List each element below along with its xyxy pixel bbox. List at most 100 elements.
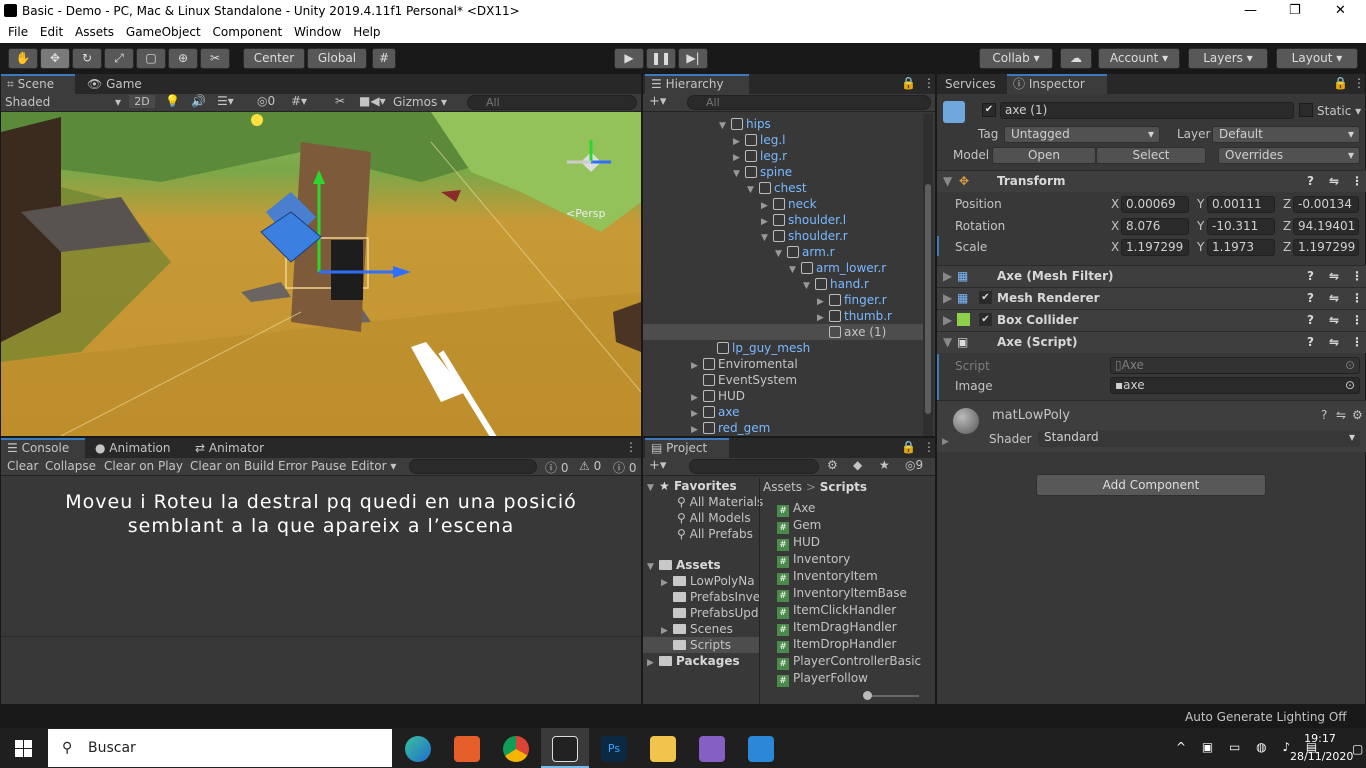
list-item[interactable]: # PlayerFollow: [777, 670, 921, 687]
play-button[interactable]: ▶: [614, 48, 644, 69]
tab-animator[interactable]: ⇄ Animator: [189, 438, 270, 458]
component-menu-icon[interactable]: ⋮: [1351, 288, 1363, 308]
cloud-icon[interactable]: ☁: [1060, 48, 1092, 69]
list-item[interactable]: # ItemClickHandler: [777, 602, 921, 619]
maximize-button[interactable]: ❐: [1289, 3, 1301, 18]
pos-x-field[interactable]: 0.00069: [1121, 196, 1189, 213]
help-icon[interactable]: ?: [1321, 408, 1327, 422]
list-item[interactable]: ▼ chest: [747, 180, 807, 196]
favorite-all-materials[interactable]: ⚲ All Materials: [677, 494, 763, 510]
preset-icon[interactable]: ⇋: [1329, 266, 1339, 286]
edge-app-icon[interactable]: [405, 736, 431, 762]
transform-tool-icon[interactable]: ⊕: [168, 48, 198, 69]
menu-assets[interactable]: Assets: [67, 23, 114, 39]
list-item[interactable]: lp_guy_mesh: [705, 340, 810, 356]
icon-size-slider[interactable]: [863, 691, 919, 700]
breadcrumb-assets[interactable]: Assets: [763, 480, 802, 494]
folder-prefabs-update[interactable]: PrefabsUpd: [661, 605, 759, 621]
box-collider-header[interactable]: ▶ ✔ Box Collider ? ⇋ ⋮: [937, 309, 1366, 331]
hierarchy-scrollbar[interactable]: [923, 114, 933, 436]
favorite-star-icon[interactable]: ★: [879, 458, 890, 472]
account-dropdown[interactable]: Account ▾: [1098, 48, 1180, 69]
editor-dropdown[interactable]: Editor ▾: [351, 459, 396, 473]
layer-dropdown[interactable]: Default ▾: [1212, 126, 1360, 143]
clear-button[interactable]: Clear: [7, 459, 38, 473]
clock-time[interactable]: 19:17: [1300, 732, 1340, 745]
mesh-renderer-checkbox[interactable]: ✔: [979, 291, 992, 304]
list-item[interactable]: ▶ shoulder.l: [761, 212, 846, 228]
list-item[interactable]: # InventoryItem: [777, 568, 921, 585]
active-checkbox[interactable]: ✔: [982, 103, 996, 117]
lock-icon[interactable]: 🔒: [901, 440, 916, 454]
tab-project[interactable]: ▤ Project: [645, 438, 729, 458]
project-search-input[interactable]: [689, 459, 819, 474]
pivot-global-button[interactable]: Global: [307, 48, 367, 69]
object-name-field[interactable]: axe (1): [1000, 102, 1294, 119]
list-item[interactable]: ▶ axe: [691, 404, 739, 420]
photoshop-app-icon[interactable]: Ps: [601, 736, 627, 762]
tag-dropdown[interactable]: Untagged ▾: [1004, 126, 1160, 143]
list-item[interactable]: ▼ spine: [733, 164, 792, 180]
help-icon[interactable]: ?: [1307, 266, 1314, 286]
list-item[interactable]: ▼ hips: [719, 116, 771, 132]
list-item[interactable]: ▶ HUD: [691, 388, 745, 404]
clear-on-play-button[interactable]: Clear on Play: [104, 459, 183, 473]
pivot-center-button[interactable]: Center: [243, 48, 305, 69]
tab-inspector[interactable]: ⓘ Inspector: [1007, 74, 1107, 94]
custom-tool-icon[interactable]: ✂: [200, 48, 230, 69]
list-item[interactable]: # HUD: [777, 534, 921, 551]
list-item[interactable]: ▶ thumb.r: [817, 308, 892, 324]
help-icon[interactable]: ?: [1307, 332, 1314, 352]
list-item[interactable]: ▼ arm.r: [775, 244, 835, 260]
preset-icon[interactable]: ⇋: [1336, 408, 1346, 422]
scl-z-field[interactable]: 1.197299: [1293, 239, 1359, 256]
component-menu-icon[interactable]: ⋮: [1351, 171, 1363, 191]
scl-x-label[interactable]: X: [1111, 240, 1119, 254]
favorite-all-models[interactable]: ⚲ All Models: [677, 510, 751, 526]
tab-console[interactable]: ☰ Console: [1, 438, 85, 458]
pos-z-field[interactable]: -0.00134: [1293, 196, 1359, 213]
notifications-icon[interactable]: ▢: [1352, 742, 1363, 756]
collapse-button[interactable]: Collapse: [45, 459, 96, 473]
component-menu-icon[interactable]: ⋮: [1351, 332, 1363, 352]
menu-component[interactable]: Component: [205, 23, 283, 39]
pos-y-label[interactable]: Y: [1197, 197, 1204, 211]
rot-z-label[interactable]: Z: [1283, 219, 1291, 233]
help-icon[interactable]: ?: [1307, 171, 1314, 191]
scene-viewport[interactable]: <Persp: [1, 112, 641, 436]
tools-icon[interactable]: ✂: [335, 94, 345, 108]
pos-y-field[interactable]: 0.00111: [1207, 196, 1275, 213]
scene-search-input[interactable]: All: [467, 95, 637, 110]
list-item[interactable]: ▶ red_gem: [691, 420, 770, 436]
tab-scene[interactable]: ⌗ Scene: [1, 74, 75, 94]
camera-icon[interactable]: ■◀▾: [359, 94, 386, 108]
minimize-button[interactable]: —: [1244, 3, 1257, 18]
assets-header[interactable]: ▼ Assets: [647, 557, 721, 573]
list-item[interactable]: ▶ leg.r: [733, 148, 787, 164]
create-add-icon[interactable]: +▾: [649, 94, 666, 109]
favorite-all-prefabs[interactable]: ⚲ All Prefabs: [677, 526, 753, 542]
settings-gear-icon[interactable]: ⚙: [1352, 408, 1363, 422]
list-item[interactable]: # InventoryItemBase: [777, 585, 921, 602]
preset-icon[interactable]: ⇋: [1329, 310, 1339, 330]
axe-script-header[interactable]: ▼ ▣ Axe (Script) ? ⇋ ⋮: [937, 331, 1366, 353]
overrides-dropdown[interactable]: Overrides ▾: [1218, 147, 1360, 164]
folder-lowpoly[interactable]: ▶ LowPolyNa: [661, 573, 755, 589]
scale-tool-icon[interactable]: ⤢: [104, 48, 134, 69]
list-item[interactable]: # Inventory: [777, 551, 921, 568]
lighting-toggle-icon[interactable]: 💡: [165, 94, 180, 108]
windows-start-icon[interactable]: [15, 740, 32, 757]
taskbar-search-input[interactable]: ⚲ Buscar: [48, 729, 392, 767]
gizmos-dropdown[interactable]: Gizmos ▾: [393, 95, 447, 109]
rot-y-field[interactable]: -10.311: [1207, 218, 1275, 235]
pos-z-label[interactable]: Z: [1283, 197, 1291, 211]
grid-toggle-icon[interactable]: #▾: [291, 94, 307, 108]
error-pause-button[interactable]: Error Pause: [278, 459, 346, 473]
filter-label-icon[interactable]: ◆: [853, 458, 862, 472]
tab-services[interactable]: Services: [939, 74, 1002, 94]
hidden-objects-icon[interactable]: ◎0: [257, 94, 275, 108]
collab-button[interactable]: Collab ▾: [979, 48, 1053, 69]
xampp-app-icon[interactable]: [454, 736, 480, 762]
static-label[interactable]: Static ▾: [1317, 104, 1361, 118]
chrome-app-icon[interactable]: [503, 736, 529, 762]
